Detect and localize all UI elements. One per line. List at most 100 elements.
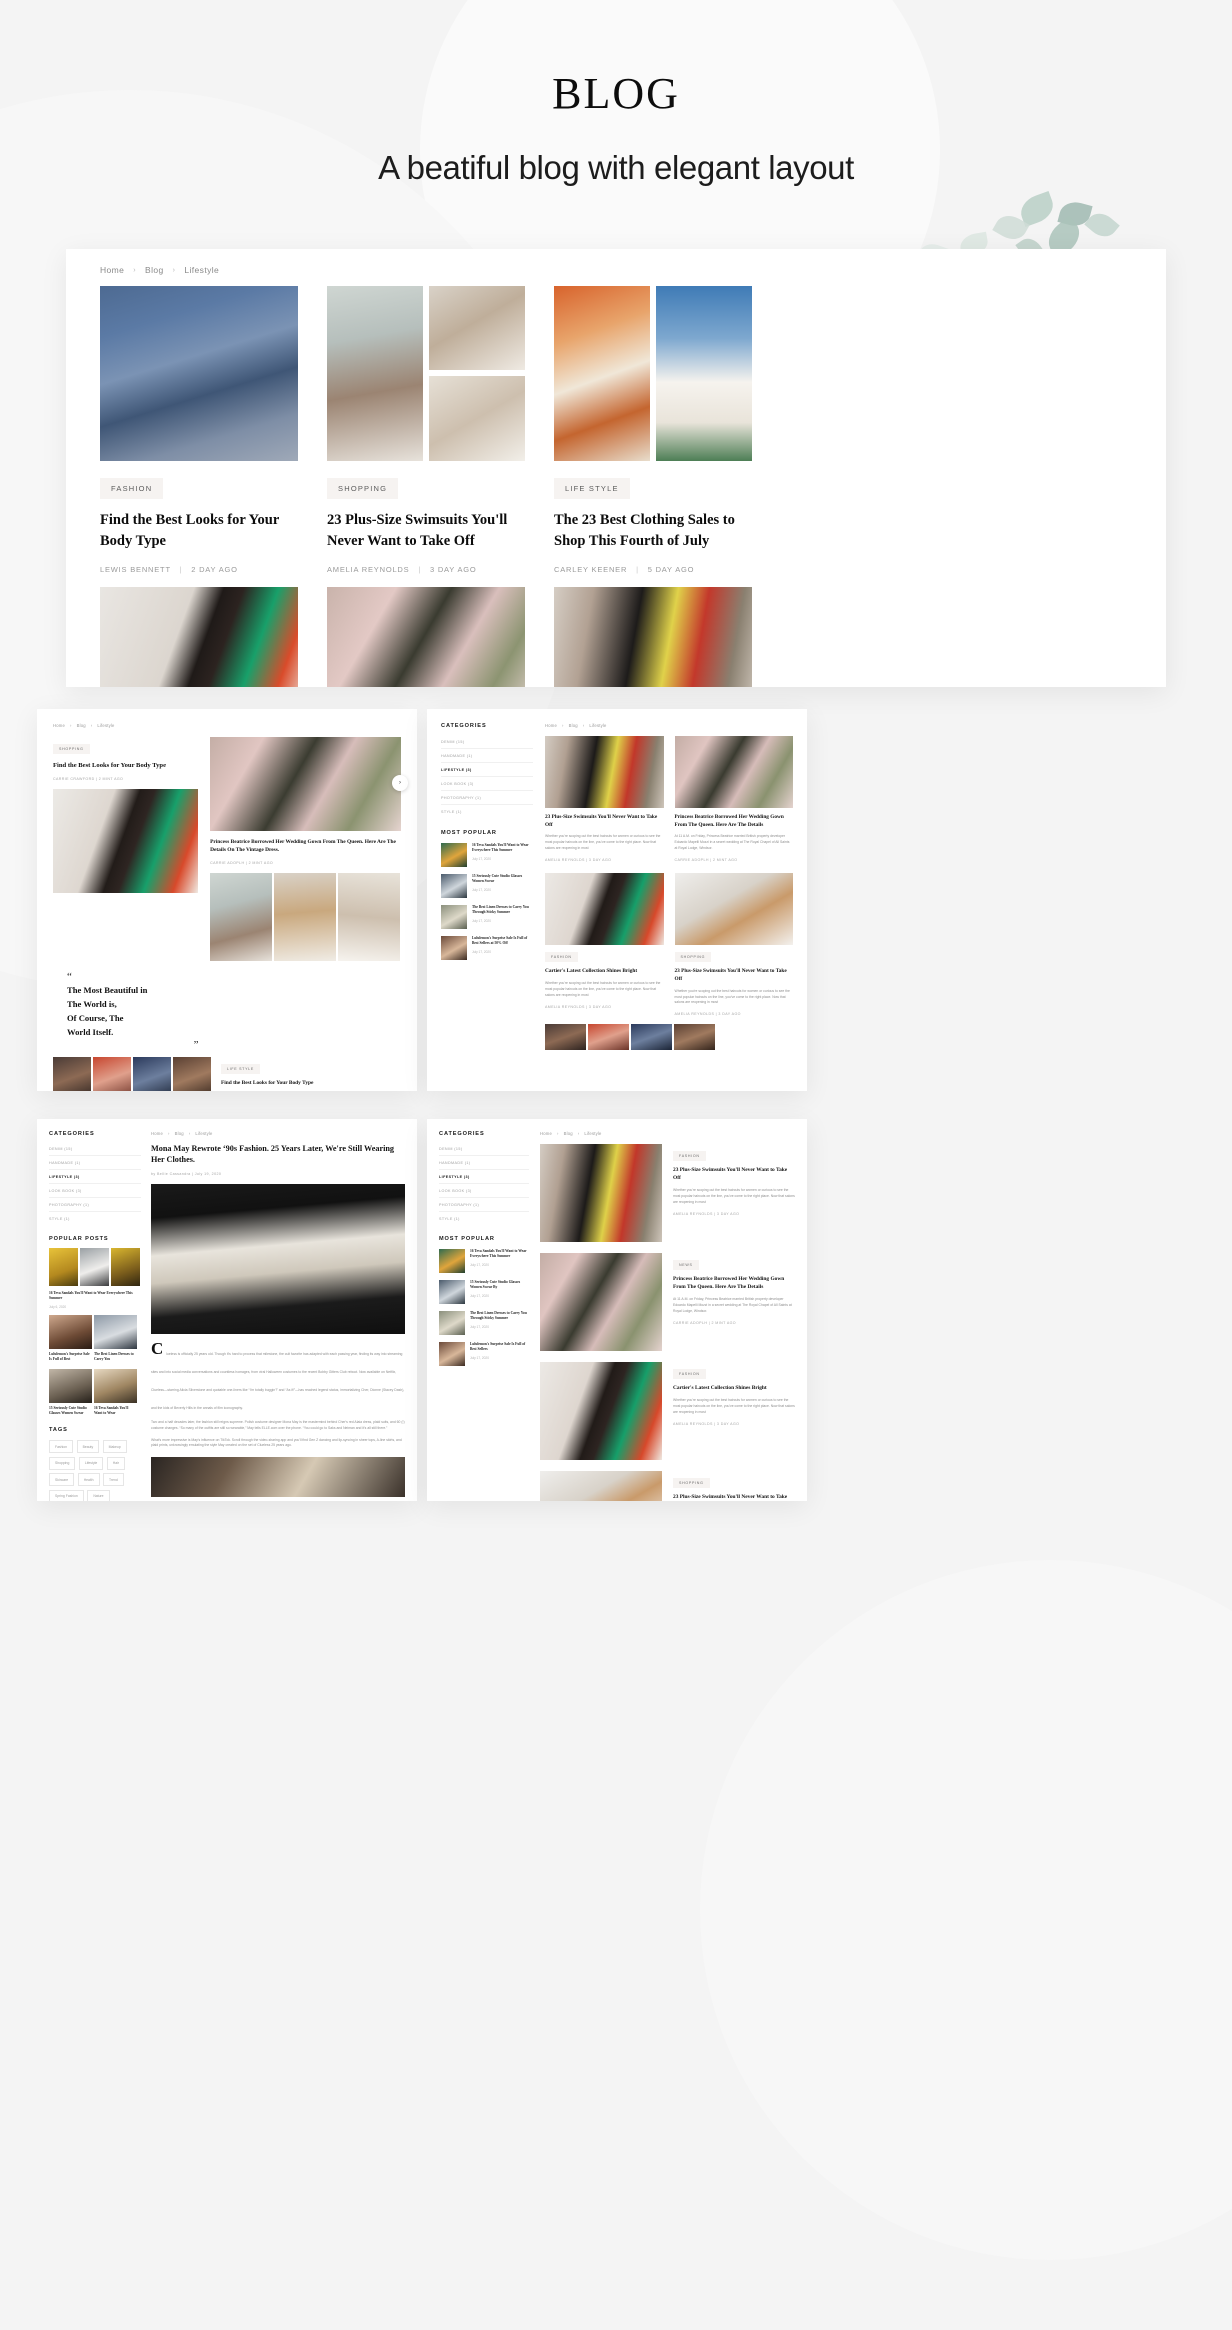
category-chip[interactable]: LIFE STYLE [554, 478, 630, 499]
post-thumbnail[interactable] [53, 789, 199, 894]
category-chip[interactable]: FASHION [545, 952, 578, 963]
next-arrow-button[interactable]: › [392, 775, 408, 791]
post-title[interactable]: 23 Plus-Size Swimsuits You'll Never Want… [545, 814, 664, 829]
tag-chip[interactable]: Lifestyle [78, 1456, 104, 1470]
breadcrumb-home[interactable]: Home [540, 1131, 552, 1136]
post-thumbnail-collage[interactable] [327, 286, 525, 461]
category-chip[interactable]: SHOPPING [53, 744, 90, 754]
popular-post-title[interactable]: 15 Seriously Cute Studio Glasses Women S… [49, 1406, 92, 1417]
breadcrumb-blog[interactable]: Blog [77, 723, 86, 728]
post-card[interactable]: NEWS Princess Beatrice Borrowed Her Wedd… [673, 1253, 795, 1325]
tag-chip[interactable]: Fashion [49, 1440, 74, 1454]
tag-chip[interactable]: Shopping [49, 1456, 76, 1470]
sidebar-item-lifestyle[interactable]: LIFESTYLE (3) [49, 1170, 141, 1184]
post-thumbnail[interactable] [100, 286, 298, 461]
gallery-strip[interactable] [210, 872, 401, 961]
category-chip[interactable]: SHOPPING [327, 478, 399, 499]
hero-card[interactable]: LIFE STYLE The 23 Best Clothing Sales to… [554, 286, 752, 687]
popular-posts-thumbs[interactable] [49, 1248, 141, 1286]
sidebar-item-lookbook[interactable]: LOOK BOOK (3) [49, 1184, 141, 1198]
sidebar-item-photography[interactable]: PHOTOGRAPHY (1) [441, 791, 533, 805]
faces-strip[interactable] [545, 1024, 793, 1051]
breadcrumb-home[interactable]: Home [151, 1131, 163, 1136]
breadcrumb-home[interactable]: Home [53, 723, 65, 728]
post-thumbnail-collage[interactable] [554, 286, 752, 461]
tag-chip[interactable]: Trend [103, 1473, 124, 1487]
sidebar-item-handmade[interactable]: HANDMADE (1) [441, 749, 533, 763]
post-thumbnail-secondary[interactable] [327, 587, 525, 687]
post-thumbnail[interactable] [540, 1362, 662, 1460]
list-item[interactable]: 16 Teva Sandals You'll Want to Wear Ever… [439, 1249, 529, 1273]
post-card[interactable]: FASHION Cartier's Latest Collection Shin… [545, 873, 664, 1016]
tag-chip[interactable]: Hair [106, 1456, 126, 1470]
popular-post-title[interactable]: Lululemon's Surprise Sale Is Full of Bes… [49, 1352, 92, 1363]
hero-card[interactable]: SHOPPING 23 Plus-Size Swimsuits You'll N… [327, 286, 525, 687]
list-item[interactable]: The Best Linen Dresses to Carry You Thro… [441, 905, 533, 929]
post-title[interactable]: Find the Best Looks for Your Body Type [53, 761, 198, 770]
popular-post-title[interactable]: 16 Teva Sandals You'll Want to Wear [94, 1406, 137, 1417]
popular-posts-thumbs[interactable] [49, 1314, 141, 1349]
category-chip[interactable]: SHOPPING [673, 1478, 710, 1488]
popular-post-title[interactable]: The Best Linen Dresses to Carry You [94, 1352, 137, 1363]
sidebar-item-handmade[interactable]: HANDMADE (1) [439, 1156, 529, 1170]
breadcrumb-home[interactable]: Home [100, 265, 124, 275]
sidebar-item-lookbook[interactable]: LOOK BOOK (3) [439, 1184, 529, 1198]
post-thumbnail[interactable] [674, 736, 793, 808]
faces-strip[interactable] [53, 1057, 211, 1091]
post-title[interactable]: 23 Plus-Size Swimsuits You'll Never Want… [675, 968, 794, 983]
breadcrumb-blog[interactable]: Blog [175, 1131, 184, 1136]
breadcrumb-lifestyle[interactable]: Lifestyle [584, 1131, 601, 1136]
feature-image[interactable] [210, 737, 401, 831]
category-chip[interactable]: SHOPPING [674, 952, 712, 963]
sidebar-item-denim[interactable]: DENIM (15) [439, 1142, 529, 1156]
breadcrumb-blog[interactable]: Blog [145, 265, 164, 275]
post-thumbnail[interactable] [540, 1253, 662, 1351]
post-title[interactable]: Princess Beatrice Borrowed Her Wedding G… [673, 1276, 795, 1292]
tag-chip[interactable]: Makeup [102, 1440, 127, 1454]
post-title[interactable]: Princess Beatrice Borrowed Her Wedding G… [675, 814, 794, 829]
post-card[interactable]: FASHION 23 Plus-Size Swimsuits You'll Ne… [673, 1144, 795, 1216]
sidebar-item-denim[interactable]: DENIM (15) [441, 735, 533, 749]
post-title[interactable]: Find the Best Looks for Your Body Type [221, 1080, 401, 1088]
post-title[interactable]: Find the Best Looks for Your Body Type [100, 510, 298, 551]
post-card[interactable]: FASHION Cartier's Latest Collection Shin… [673, 1362, 795, 1426]
category-chip[interactable]: NEWS [673, 1260, 699, 1270]
tag-chip[interactable]: Spring Fashion [49, 1489, 84, 1501]
breadcrumb-lifestyle[interactable]: Lifestyle [589, 723, 606, 728]
sidebar-item-photography[interactable]: PHOTOGRAPHY (1) [49, 1198, 141, 1212]
feature-title[interactable]: Princess Beatrice Borrowed Her Wedding G… [210, 839, 401, 855]
post-thumbnail[interactable] [540, 1471, 662, 1501]
post-title[interactable]: The 23 Best Clothing Sales to Shop This … [554, 510, 752, 551]
post-card[interactable]: SHOPPING 23 Plus-Size Swimsuits You'll N… [674, 873, 794, 1016]
post-title[interactable]: Cartier's Latest Collection Shines Brigh… [545, 968, 664, 976]
sidebar-item-style[interactable]: STYLE (1) [49, 1212, 141, 1225]
list-item[interactable]: 15 Seriously Cute Studio Glasses Women S… [441, 874, 533, 898]
breadcrumb-blog[interactable]: Blog [569, 723, 578, 728]
post-title[interactable]: 23 Plus-Size Swimsuits You'll Never Want… [673, 1494, 795, 1501]
sidebar-item-handmade[interactable]: HANDMADE (1) [49, 1156, 141, 1170]
sidebar-item-denim[interactable]: DENIM (15) [49, 1142, 141, 1156]
category-chip[interactable]: LIFE STYLE [221, 1064, 260, 1075]
post-card[interactable]: SHOPPING 23 Plus-Size Swimsuits You'll N… [673, 1471, 795, 1501]
sidebar-item-lookbook[interactable]: LOOK BOOK (3) [441, 777, 533, 791]
post-title[interactable]: 23 Plus-Size Swimsuits You'll Never Want… [673, 1167, 795, 1183]
article-hero-image[interactable] [151, 1183, 405, 1334]
popular-posts-thumbs[interactable] [49, 1368, 141, 1403]
sidebar-item-lifestyle[interactable]: LIFESTYLE (3) [439, 1170, 529, 1184]
sidebar-item-style[interactable]: STYLE (1) [439, 1212, 529, 1225]
sidebar-item-lifestyle[interactable]: LIFESTYLE (3) [441, 763, 533, 777]
post-thumbnail[interactable] [545, 873, 664, 946]
category-chip[interactable]: FASHION [100, 478, 164, 499]
breadcrumb-lifestyle[interactable]: Lifestyle [97, 723, 114, 728]
breadcrumb-blog[interactable]: Blog [564, 1131, 573, 1136]
sidebar-item-photography[interactable]: PHOTOGRAPHY (1) [439, 1198, 529, 1212]
category-chip[interactable]: FASHION [673, 1151, 706, 1161]
list-item[interactable]: Lululemon's Surprise Sale Is Full of Bes… [441, 936, 533, 960]
tag-chip[interactable]: Health [77, 1473, 100, 1487]
list-item[interactable]: 16 Teva Sandals You'll Want to Wear Ever… [441, 843, 533, 867]
post-thumbnail[interactable] [540, 1144, 662, 1242]
post-card[interactable]: 23 Plus-Size Swimsuits You'll Never Want… [545, 736, 664, 862]
list-item[interactable]: 15 Seriously Cute Studio Glasses Women S… [439, 1280, 529, 1304]
tag-chip[interactable]: Nature [87, 1489, 110, 1501]
post-thumbnail-secondary[interactable] [100, 587, 298, 687]
